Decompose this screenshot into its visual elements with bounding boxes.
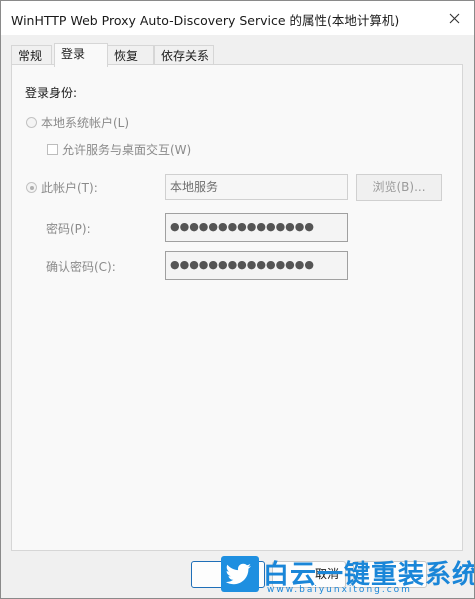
confirm-password-input[interactable]: ●●●●●●●●●●●●●●● bbox=[165, 251, 348, 280]
tab-logon[interactable]: 登录 bbox=[54, 43, 108, 67]
watermark: 白云一键重装系统 www.baiyunxitong.com bbox=[219, 554, 474, 598]
close-button[interactable] bbox=[434, 1, 474, 35]
account-input[interactable]: 本地服务 bbox=[165, 174, 348, 200]
title-bar: WinHTTP Web Proxy Auto-Discovery Service… bbox=[1, 1, 474, 35]
interact-desktop-label: 允许服务与桌面交互(W) bbox=[62, 143, 192, 157]
browse-button[interactable]: 浏览(B)... bbox=[356, 174, 442, 201]
watermark-url: www.baiyunxitong.com bbox=[267, 585, 412, 595]
tab-dependencies[interactable]: 依存关系 bbox=[154, 45, 214, 65]
local-system-label: 本地系统帐户(L) bbox=[41, 116, 130, 130]
this-account-radio[interactable] bbox=[26, 182, 37, 193]
logon-tab-panel bbox=[11, 64, 463, 551]
properties-dialog: WinHTTP Web Proxy Auto-Discovery Service… bbox=[0, 0, 475, 599]
interact-desktop-checkbox[interactable] bbox=[47, 144, 58, 155]
local-system-radio[interactable] bbox=[26, 117, 37, 128]
tab-general[interactable]: 常规 bbox=[11, 45, 52, 65]
bird-icon bbox=[225, 563, 251, 585]
close-icon bbox=[449, 13, 459, 23]
password-label: 密码(P): bbox=[46, 222, 91, 236]
this-account-label: 此帐户(T): bbox=[41, 181, 98, 195]
tab-recovery[interactable]: 恢复 bbox=[107, 45, 154, 65]
password-input[interactable]: ●●●●●●●●●●●●●●● bbox=[165, 213, 348, 242]
twitter-bird-logo-icon bbox=[221, 556, 259, 592]
window-title: WinHTTP Web Proxy Auto-Discovery Service… bbox=[11, 13, 400, 28]
logon-as-label: 登录身份: bbox=[25, 86, 78, 100]
confirm-password-label: 确认密码(C): bbox=[46, 260, 116, 274]
